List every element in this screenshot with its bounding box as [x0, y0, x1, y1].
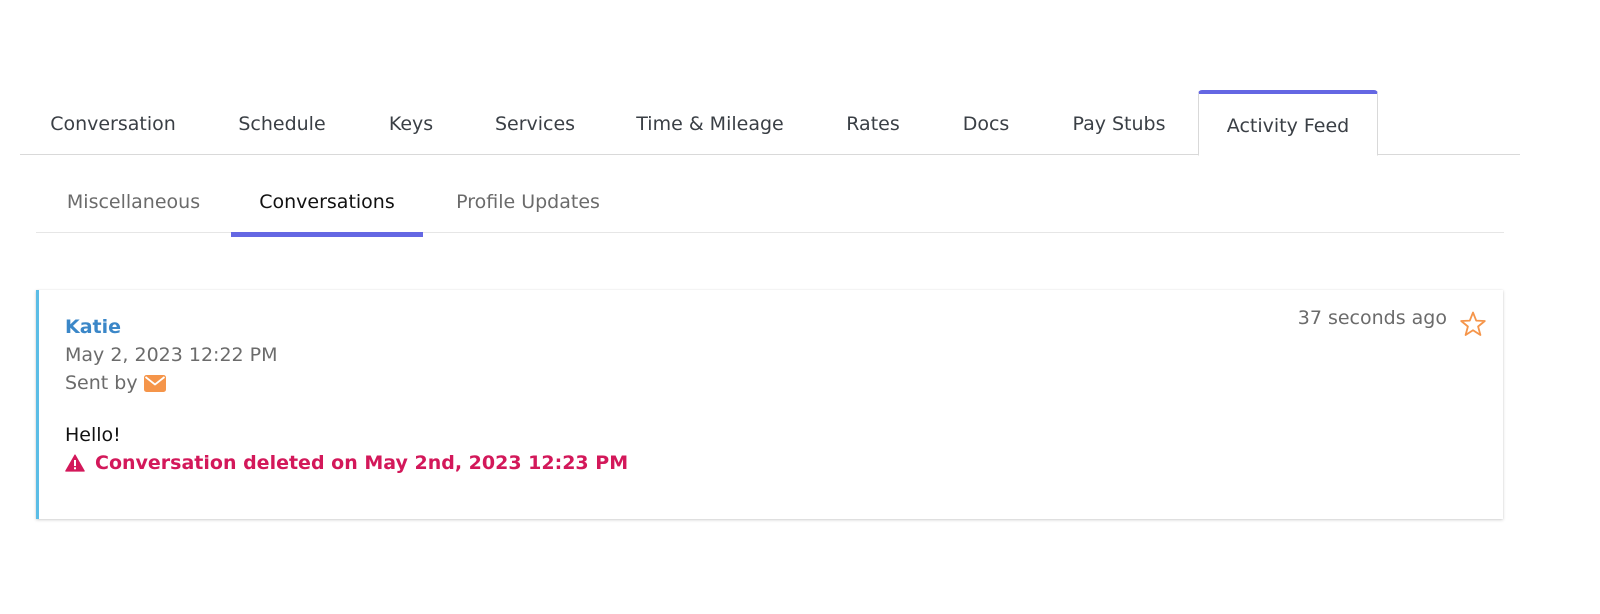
tab-conversation[interactable]: Conversation	[20, 90, 206, 155]
activity-date: May 2, 2023 12:22 PM	[65, 344, 278, 366]
tab-services[interactable]: Services	[464, 90, 606, 155]
envelope-icon	[143, 374, 166, 392]
tab-schedule[interactable]: Schedule	[206, 90, 358, 155]
deleted-notice: Conversation deleted on May 2nd, 2023 12…	[65, 452, 628, 474]
activity-card: Katie May 2, 2023 12:22 PM Sent by Hello…	[36, 290, 1503, 519]
tab-rates[interactable]: Rates	[814, 90, 932, 155]
subtab-profile-updates[interactable]: Profile Updates	[423, 172, 633, 233]
time-ago: 37 seconds ago	[1297, 307, 1447, 329]
tab-keys[interactable]: Keys	[358, 90, 464, 155]
tab-activity-feed[interactable]: Activity Feed	[1198, 90, 1378, 156]
subtab-conversations[interactable]: Conversations	[231, 172, 423, 237]
tab-time-mileage[interactable]: Time & Mileage	[606, 90, 814, 155]
main-tabs: Conversation Schedule Keys Services Time…	[20, 90, 1520, 156]
tab-docs[interactable]: Docs	[932, 90, 1040, 155]
subtab-miscellaneous[interactable]: Miscellaneous	[36, 172, 231, 233]
star-icon[interactable]	[1459, 310, 1487, 338]
warning-icon	[65, 454, 85, 472]
author-link[interactable]: Katie	[65, 316, 121, 338]
sent-by: Sent by	[65, 372, 166, 394]
deleted-text: Conversation deleted on May 2nd, 2023 12…	[95, 452, 629, 474]
tab-pay-stubs[interactable]: Pay Stubs	[1040, 90, 1198, 155]
message-text: Hello!	[65, 424, 121, 446]
sent-by-label: Sent by	[65, 372, 138, 394]
activity-sub-tabs: Miscellaneous Conversations Profile Upda…	[36, 172, 1504, 237]
